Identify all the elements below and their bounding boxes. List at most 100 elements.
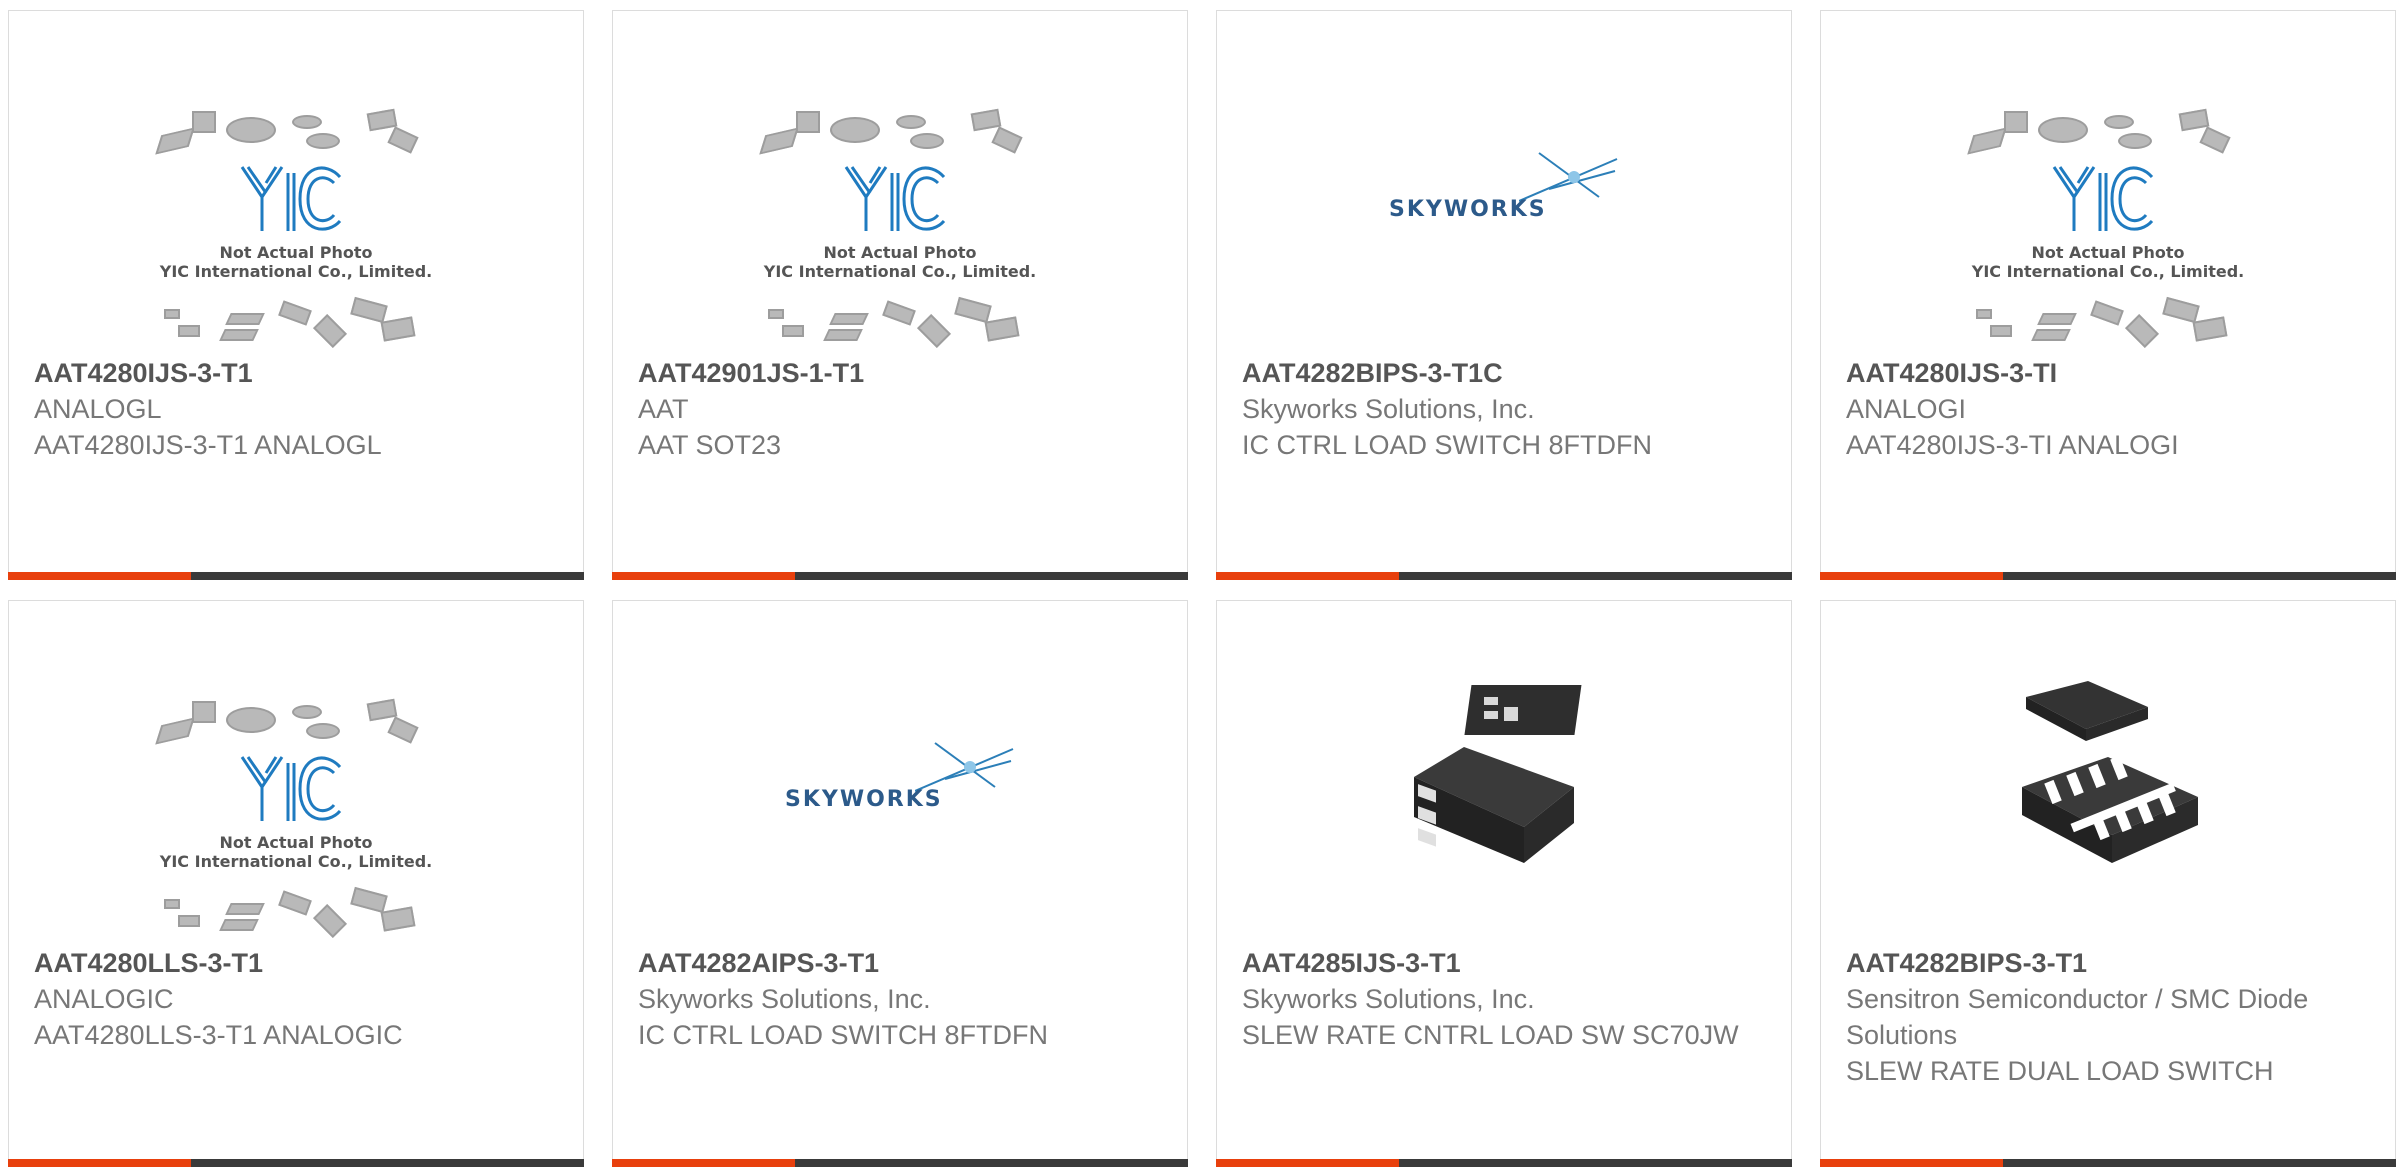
manufacturer-name: Skyworks Solutions, Inc. bbox=[638, 984, 931, 1014]
placeholder-caption-line1: Not Actual Photo bbox=[823, 243, 977, 262]
card-accent-bar bbox=[1216, 572, 1399, 580]
card-accent-bar bbox=[8, 572, 191, 580]
chip-icon bbox=[2104, 115, 2134, 129]
chip-icon bbox=[225, 903, 265, 915]
product-description: AAT4280IJS-3-TI ANALOGI bbox=[1846, 430, 2179, 460]
chip-icon bbox=[164, 309, 180, 319]
manufacturer-name: Skyworks Solutions, Inc. bbox=[1242, 394, 1535, 424]
card-bottom-bar bbox=[612, 1159, 1188, 1167]
chip-icon bbox=[1967, 127, 2007, 155]
part-number-link[interactable]: AAT4282BIPS-3-T1 bbox=[1846, 945, 2375, 981]
sc70-package-photo bbox=[1414, 685, 1582, 863]
chip-icon bbox=[2199, 126, 2231, 154]
part-number-link[interactable]: AAT4280IJS-3-T1 bbox=[34, 355, 563, 391]
product-card[interactable]: Not Actual Photo YIC International Co., … bbox=[612, 10, 1188, 580]
chip-icon bbox=[2125, 314, 2159, 348]
product-image[interactable]: Not Actual Photo YIC International Co., … bbox=[9, 601, 583, 941]
product-description: SLEW RATE CNTRL LOAD SW SC70JW bbox=[1242, 1020, 1739, 1050]
chip-icon bbox=[2118, 133, 2152, 149]
product-info: AAT4282AIPS-3-T1 Skyworks Solutions, Inc… bbox=[638, 945, 1167, 1053]
chip-icon bbox=[164, 899, 180, 909]
chip-icon bbox=[178, 915, 200, 927]
chip-icon bbox=[350, 886, 388, 914]
chip-icon bbox=[2031, 329, 2071, 341]
chip-icon bbox=[768, 309, 784, 319]
card-accent-bar bbox=[1820, 1159, 2003, 1167]
yic-logo-icon bbox=[240, 166, 342, 231]
chip-icon bbox=[2178, 108, 2210, 132]
part-number-link[interactable]: AAT4280IJS-3-TI bbox=[1846, 355, 2375, 391]
chip-icon bbox=[155, 127, 195, 155]
yic-logo-icon bbox=[2052, 166, 2154, 231]
chip-icon bbox=[2162, 296, 2200, 324]
chip-icon bbox=[225, 313, 265, 325]
chip-icon bbox=[991, 126, 1023, 154]
chip-icon bbox=[380, 906, 416, 932]
placeholder-caption-line2: YIC International Co., Limited. bbox=[159, 262, 433, 281]
card-accent-bar bbox=[612, 572, 795, 580]
product-card[interactable]: AAT4282BIPS-3-T1 Sensitron Semiconductor… bbox=[1820, 600, 2396, 1167]
product-description: AAT4280LLS-3-T1 ANALOGIC bbox=[34, 1020, 403, 1050]
manufacturer-name: ANALOGIC bbox=[34, 984, 174, 1014]
chip-icon bbox=[2192, 316, 2228, 342]
card-bottom-bar bbox=[1216, 572, 1792, 580]
product-image[interactable]: Not Actual Photo YIC International Co., … bbox=[1821, 11, 2395, 351]
product-image[interactable] bbox=[1217, 601, 1791, 941]
product-image[interactable]: Not Actual Photo YIC International Co., … bbox=[613, 11, 1187, 351]
card-accent-bar bbox=[612, 1159, 795, 1167]
chip-icon bbox=[192, 111, 216, 133]
manufacturer-name: Sensitron Semiconductor / SMC Diode Solu… bbox=[1846, 984, 2309, 1050]
card-accent-bar bbox=[1820, 572, 2003, 580]
chip-icon bbox=[313, 314, 347, 348]
product-image[interactable]: SKYWORKS bbox=[1217, 11, 1791, 351]
product-image[interactable] bbox=[1821, 601, 2395, 941]
product-description: IC CTRL LOAD SWITCH 8FTDFN bbox=[1242, 430, 1653, 460]
part-number-link[interactable]: AAT4282AIPS-3-T1 bbox=[638, 945, 1167, 981]
product-info: AAT4280IJS-3-TI ANALOGI AAT4280IJS-3-TI … bbox=[1846, 355, 2375, 463]
chip-icon bbox=[226, 707, 276, 733]
chip-icon bbox=[2037, 313, 2077, 325]
chip-icon bbox=[1976, 309, 1992, 319]
product-card[interactable]: AAT4285IJS-3-T1 Skyworks Solutions, Inc.… bbox=[1216, 600, 1792, 1167]
product-card[interactable]: Not Actual Photo YIC International Co., … bbox=[1820, 10, 2396, 580]
chip-icon bbox=[823, 329, 863, 341]
card-bottom-bar bbox=[1820, 1159, 2396, 1167]
part-number-link[interactable]: AAT4280LLS-3-T1 bbox=[34, 945, 563, 981]
chip-icon bbox=[366, 108, 398, 132]
chip-icon bbox=[882, 300, 916, 326]
placeholder-caption-line1: Not Actual Photo bbox=[2031, 243, 2185, 262]
dfn-package-photo bbox=[2022, 681, 2198, 863]
product-image[interactable]: SKYWORKS bbox=[613, 601, 1187, 941]
skyworks-logo: SKYWORKS bbox=[1389, 149, 1619, 249]
part-number-link[interactable]: AAT4285IJS-3-T1 bbox=[1242, 945, 1771, 981]
card-bottom-bar bbox=[8, 1159, 584, 1167]
chip-icon bbox=[917, 314, 951, 348]
part-number-link[interactable]: AAT4282BIPS-3-T1C bbox=[1242, 355, 1771, 391]
card-bottom-bar bbox=[612, 572, 1188, 580]
skyworks-wordmark: SKYWORKS bbox=[1389, 197, 1547, 222]
manufacturer-name: AAT bbox=[638, 394, 689, 424]
product-card[interactable]: Not Actual Photo YIC International Co., … bbox=[8, 10, 584, 580]
placeholder-caption-line2: YIC International Co., Limited. bbox=[763, 262, 1037, 281]
chip-icon bbox=[292, 115, 322, 129]
not-actual-photo-placeholder: Not Actual Photo YIC International Co., … bbox=[759, 103, 1040, 353]
product-card[interactable]: SKYWORKS AAT4282AIPS-3-T1 Skyworks Solut… bbox=[612, 600, 1188, 1167]
product-info: AAT4280IJS-3-T1 ANALOGL AAT4280IJS-3-T1 … bbox=[34, 355, 563, 463]
placeholder-caption-line1: Not Actual Photo bbox=[219, 243, 373, 262]
yic-logo-icon bbox=[844, 166, 946, 231]
chip-icon bbox=[306, 133, 340, 149]
chip-icon bbox=[292, 705, 322, 719]
placeholder-caption-line1: Not Actual Photo bbox=[219, 833, 373, 852]
chip-icon bbox=[830, 117, 880, 143]
product-card[interactable]: SKYWORKS AAT4282BIPS-3-T1C Skyworks Solu… bbox=[1216, 10, 1792, 580]
placeholder-caption-line2: YIC International Co., Limited. bbox=[1971, 262, 2245, 281]
chip-icon bbox=[306, 723, 340, 739]
product-image[interactable]: Not Actual Photo YIC International Co., … bbox=[9, 11, 583, 351]
product-card[interactable]: Not Actual Photo YIC International Co., … bbox=[8, 600, 584, 1167]
yic-logo-icon bbox=[240, 756, 342, 821]
chip-icon bbox=[829, 313, 869, 325]
part-number-link[interactable]: AAT42901JS-1-T1 bbox=[638, 355, 1167, 391]
chip-icon bbox=[350, 296, 388, 324]
product-description: SLEW RATE DUAL LOAD SWITCH bbox=[1846, 1056, 2274, 1086]
not-actual-photo-placeholder: Not Actual Photo YIC International Co., … bbox=[155, 103, 436, 353]
